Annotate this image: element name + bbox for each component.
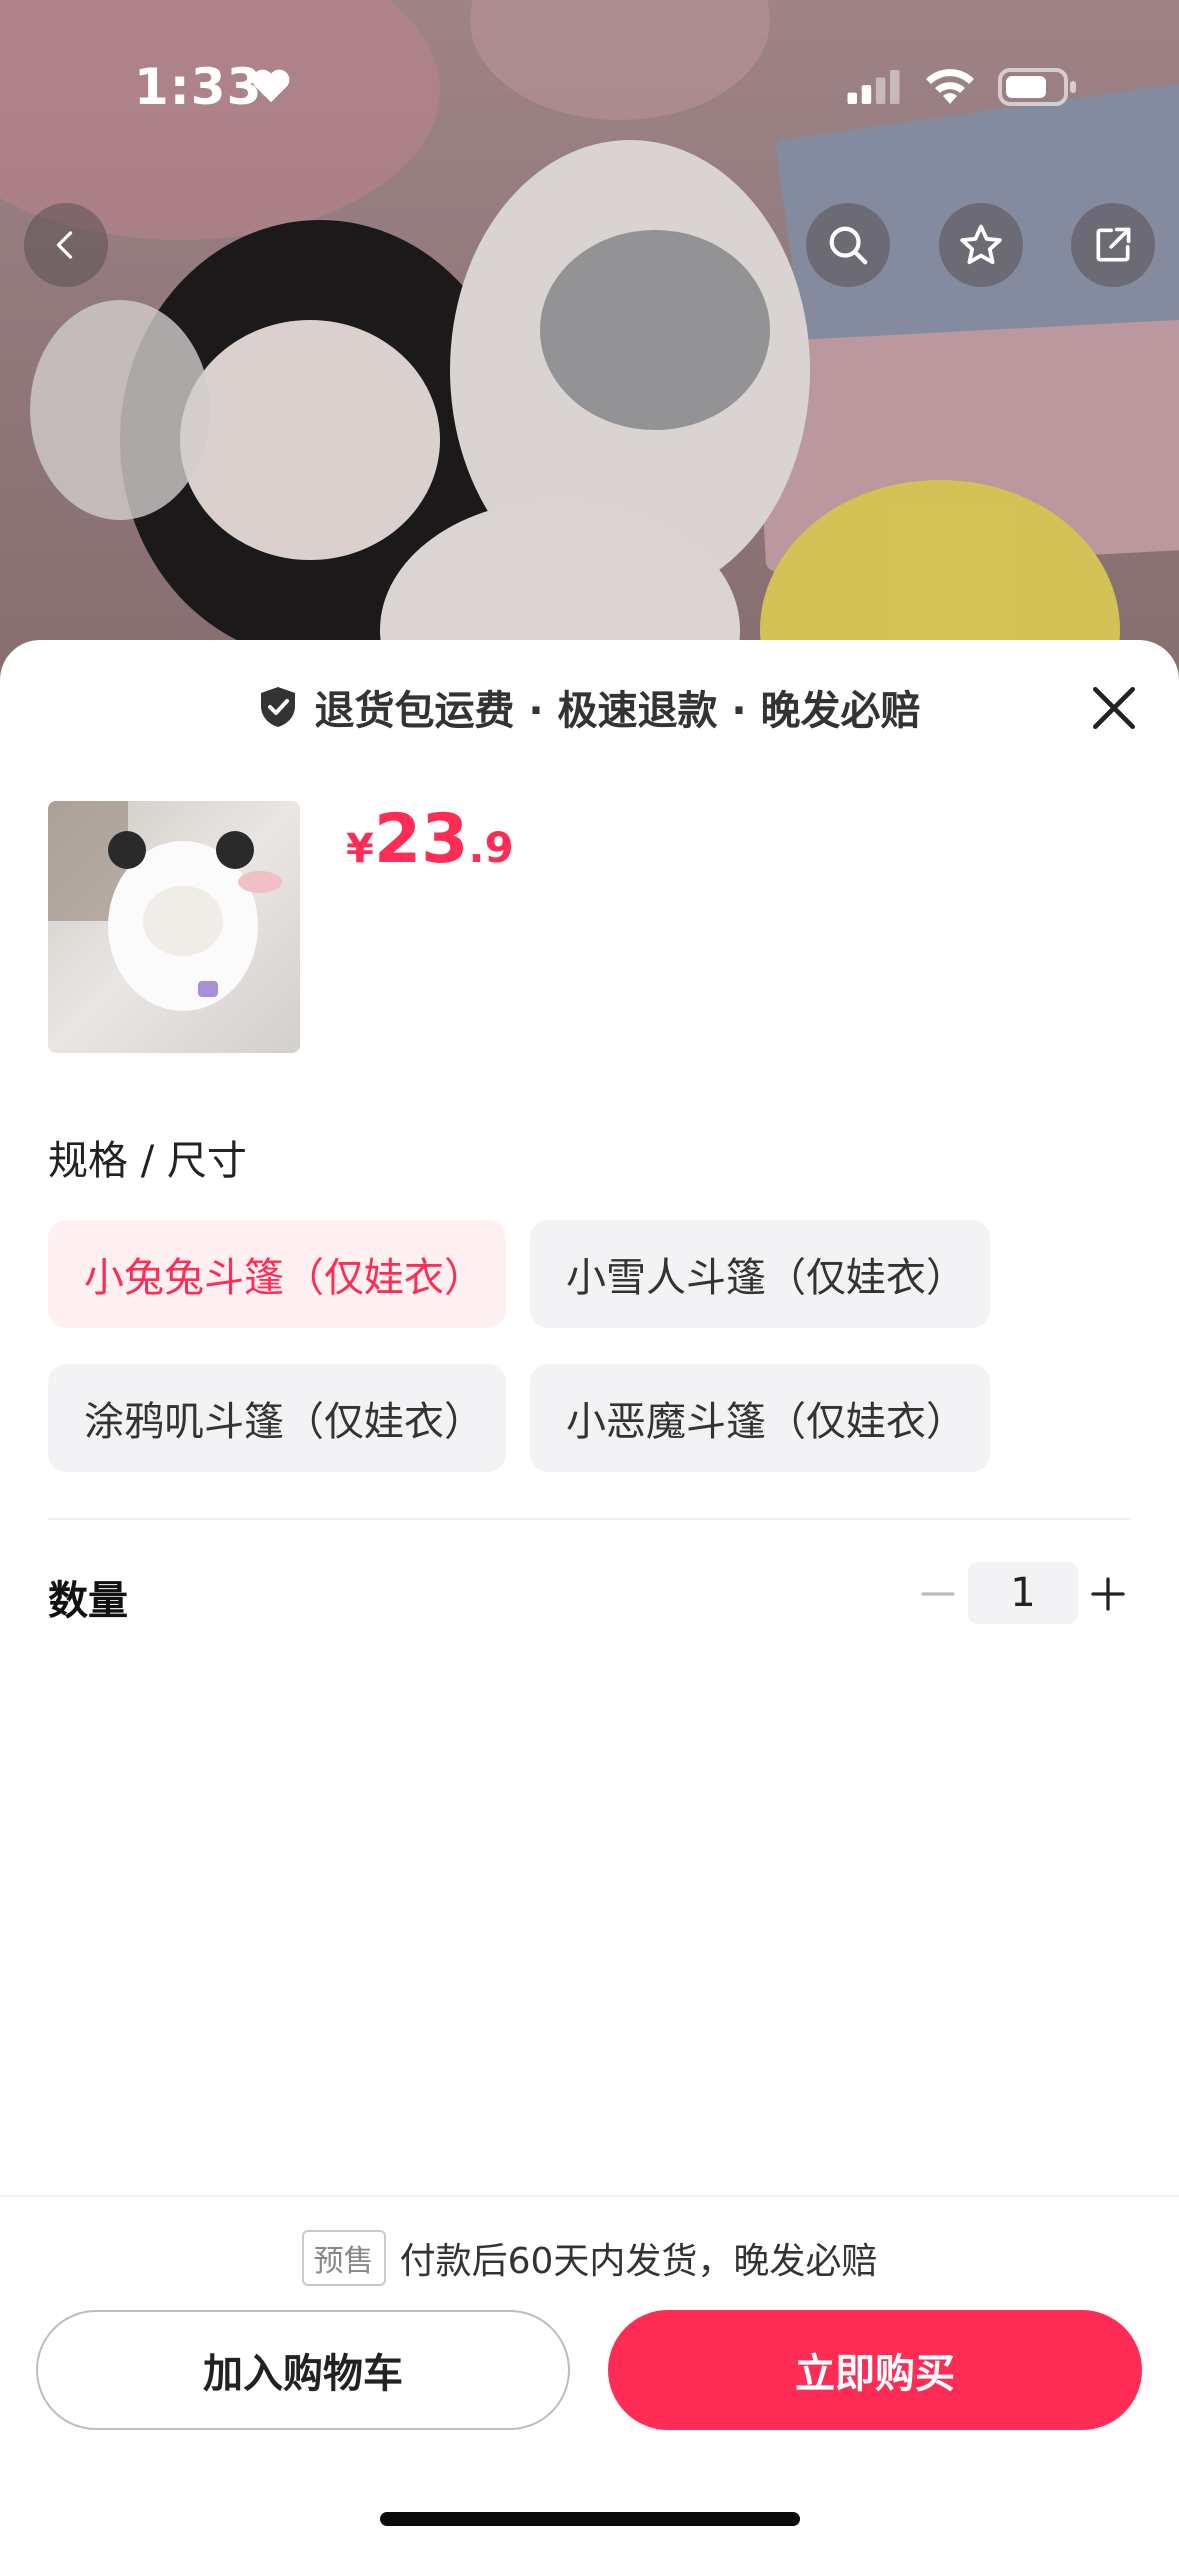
option-snowman-cape[interactable]: 小雪人斗篷（仅娃衣） (530, 1220, 990, 1328)
footer-divider (0, 2195, 1179, 2197)
signal-icon (847, 70, 900, 104)
option-rabbit-cape[interactable]: 小兔兔斗篷（仅娃衣） (48, 1220, 506, 1328)
spec-title: 规格 / 尺寸 (48, 1138, 247, 1184)
add-to-cart-button[interactable]: 加入购物车 (36, 2310, 570, 2430)
back-icon (56, 231, 73, 259)
favorite-button[interactable] (939, 203, 1023, 287)
price: ¥23.9 (346, 800, 514, 879)
buy-now-button[interactable]: 立即购买 (608, 2310, 1142, 2430)
option-graffiti-cape[interactable]: 涂鸦叽斗篷（仅娃衣） (48, 1364, 506, 1472)
price-decimal: .9 (468, 823, 514, 872)
status-time: 1:33 (134, 58, 263, 116)
minus-icon[interactable] (918, 1574, 958, 1614)
share-button[interactable] (1071, 203, 1155, 287)
presale-text: 付款后60天内发货，晚发必赔 (399, 2241, 878, 2282)
sku-thumbnail[interactable] (48, 801, 300, 1053)
search-button[interactable] (806, 203, 890, 287)
back-button[interactable] (24, 203, 108, 287)
shield-icon (261, 687, 296, 727)
presale-notice: 预售 付款后60天内发货，晚发必赔 (0, 2230, 1179, 2286)
battery-icon (998, 68, 1076, 106)
price-currency: ¥ (346, 826, 374, 872)
close-icon[interactable] (1086, 680, 1142, 736)
quantity-input[interactable]: 1 (968, 1562, 1078, 1624)
product-hero-image: 1:33 (0, 0, 1179, 700)
quantity-label: 数量 (48, 1578, 128, 1624)
service-guarantee: 退货包运费 · 极速退款 · 晚发必赔 (0, 678, 1179, 736)
option-devil-cape[interactable]: 小恶魔斗篷（仅娃衣） (530, 1364, 990, 1472)
wifi-icon (926, 69, 974, 104)
price-integer: 23 (373, 800, 469, 879)
guarantee-text: 退货包运费 · 极速退款 · 晚发必赔 (314, 688, 921, 734)
home-indicator[interactable] (380, 2512, 800, 2526)
star-icon (960, 224, 1002, 265)
heart-icon (252, 69, 290, 103)
plus-icon[interactable] (1088, 1574, 1128, 1614)
divider (48, 1518, 1131, 1520)
search-icon (829, 226, 868, 265)
share-icon (1096, 227, 1131, 262)
presale-tag: 预售 (301, 2230, 386, 2286)
